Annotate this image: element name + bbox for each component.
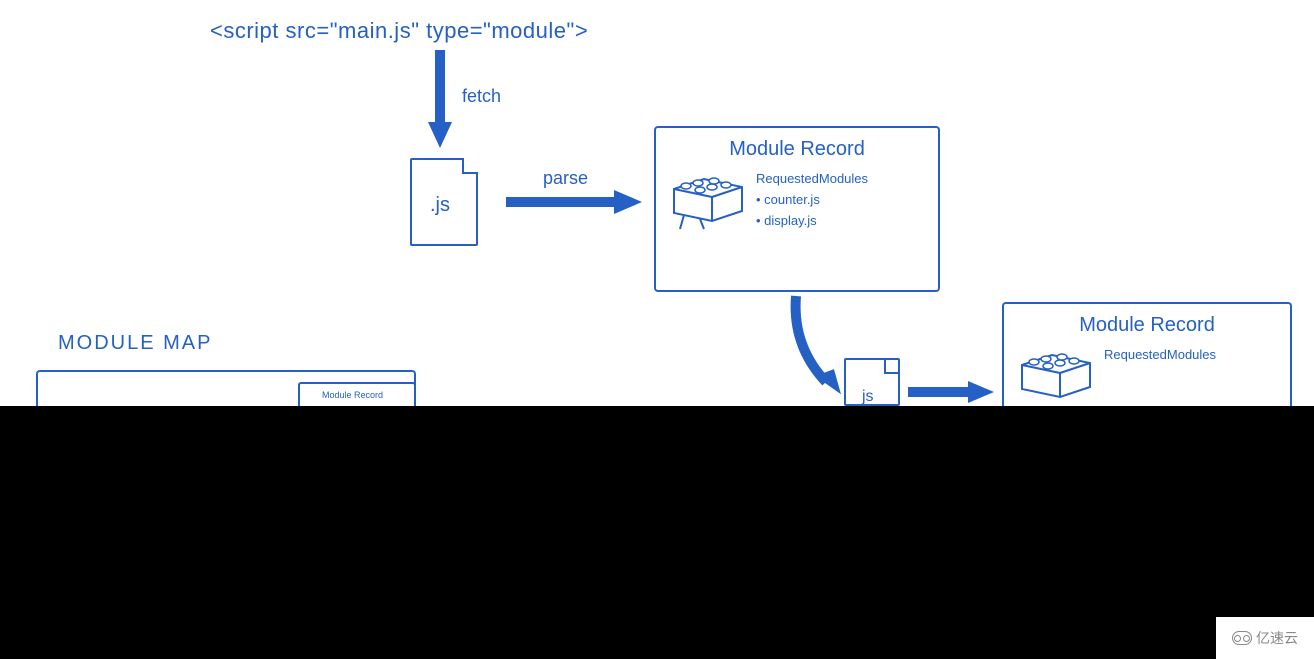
module-record-box: Module Record RequestedModules [1002, 302, 1292, 406]
module-map-title: MODULE MAP [58, 332, 212, 355]
requested-module-item: • counter.js [756, 190, 924, 211]
black-overlay-band [0, 406, 1314, 659]
js-file-extension-label: js [862, 388, 874, 406]
parse-arrow-icon [506, 184, 646, 219]
fetch-arrow-icon [428, 50, 458, 155]
js-file-extension-label: .js [430, 194, 450, 217]
requested-module-item: • display.js [756, 211, 924, 232]
module-map-mini-record-label: Module Record [322, 390, 383, 400]
script-tag-code: <script src="main.js" type="module"> [210, 18, 588, 44]
requested-modules-list: RequestedModules • counter.js • display.… [756, 169, 924, 231]
fetch-label: fetch [462, 86, 501, 107]
watermark-logo-icon [1232, 631, 1252, 645]
watermark-badge: 亿速云 [1216, 617, 1314, 659]
module-record-title: Module Record [1018, 314, 1276, 337]
requested-modules-heading: RequestedModules [1104, 347, 1216, 362]
lego-brick-icon [1018, 345, 1094, 389]
parse-label: parse [543, 168, 588, 189]
requested-modules-heading: RequestedModules [756, 171, 868, 186]
module-record-title: Module Record [670, 138, 924, 161]
watermark-text: 亿速云 [1256, 628, 1298, 648]
module-record-box: Module Record RequestedModules • counter… [654, 126, 940, 292]
requested-modules-list: RequestedModules [1104, 345, 1276, 366]
lego-brick-icon [670, 169, 746, 213]
